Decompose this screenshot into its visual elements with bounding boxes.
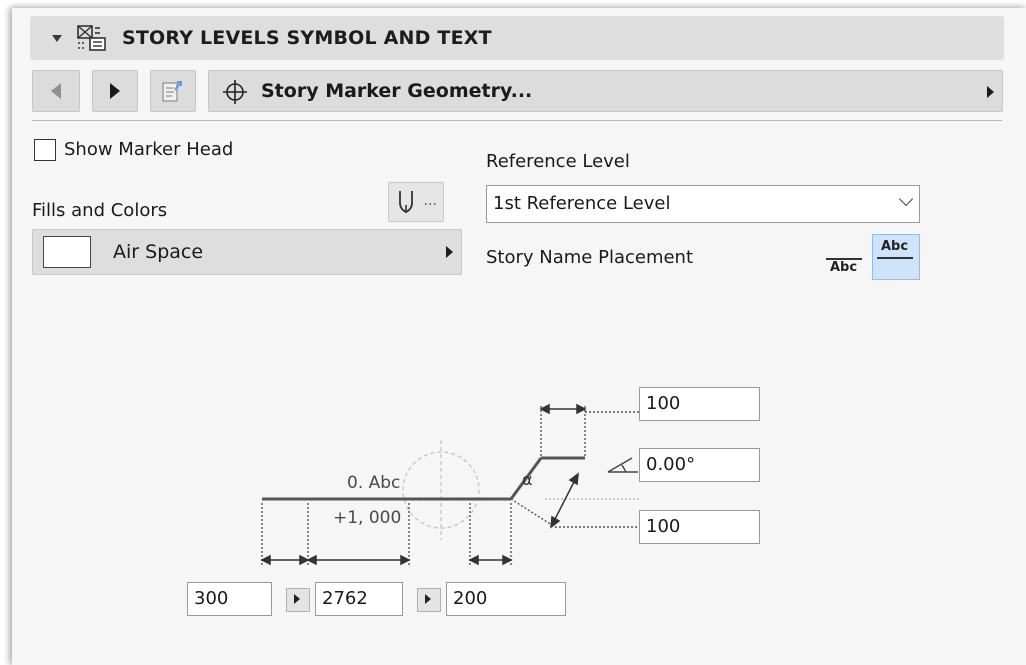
placement-below-button[interactable]: Abc: [822, 234, 868, 278]
document-arrow-icon: [162, 81, 182, 102]
fill-value: Air Space: [113, 241, 204, 263]
page-selector[interactable]: Story Marker Geometry...: [208, 70, 1003, 112]
triangle-right-icon: [110, 83, 120, 99]
show-marker-head-checkbox[interactable]: [34, 139, 56, 161]
placement-above-text: Abc: [881, 239, 909, 254]
section-title: STORY LEVELS SYMBOL AND TEXT: [122, 27, 492, 49]
fill-selector[interactable]: Air Space: [32, 229, 462, 275]
dimension-field-2[interactable]: 2762: [315, 582, 403, 616]
triangle-left-icon: [51, 83, 61, 99]
fills-and-colors-label: Fills and Colors: [32, 200, 168, 221]
reference-level-value: 1st Reference Level: [493, 193, 671, 214]
pen-icon: [399, 191, 413, 214]
divider: [32, 120, 1002, 121]
story-name-placement-label: Story Name Placement: [486, 247, 694, 268]
pen-ellipsis: ...: [423, 193, 437, 209]
reference-level-label: Reference Level: [486, 151, 630, 172]
collapse-caret-icon[interactable]: [52, 35, 62, 42]
document-arrow-button[interactable]: [150, 70, 196, 112]
triangle-right-icon: [294, 594, 300, 604]
show-marker-head-label: Show Marker Head: [64, 139, 234, 160]
dimension-field-3[interactable]: 200: [446, 582, 566, 616]
placement-above-button[interactable]: Abc: [872, 234, 920, 280]
fill-swatch: [43, 236, 91, 268]
bottom-length-field[interactable]: 100: [639, 510, 760, 544]
next-page-button[interactable]: [92, 70, 138, 112]
angle-field[interactable]: 0.00°: [639, 448, 760, 482]
story-levels-icon: [77, 25, 106, 51]
page-selector-label: Story Marker Geometry...: [261, 80, 533, 102]
crosshair-icon: [223, 80, 247, 104]
section-header[interactable]: STORY LEVELS SYMBOL AND TEXT: [30, 16, 1004, 60]
baseline-line: [877, 257, 913, 259]
pen-button[interactable]: ...: [388, 182, 444, 222]
top-length-field[interactable]: 100: [639, 387, 760, 421]
submenu-arrow-icon: [446, 246, 453, 258]
triangle-right-icon: [425, 594, 431, 604]
reference-level-dropdown[interactable]: 1st Reference Level: [486, 185, 920, 223]
previous-page-button[interactable]: [32, 70, 80, 112]
stepper-button[interactable]: [417, 588, 441, 612]
chevron-down-icon: [898, 191, 914, 207]
submenu-arrow-icon: [987, 86, 994, 98]
stepper-button[interactable]: [286, 588, 310, 612]
placement-below-text: Abc: [830, 260, 858, 275]
dimension-field-1[interactable]: 300: [187, 582, 272, 616]
